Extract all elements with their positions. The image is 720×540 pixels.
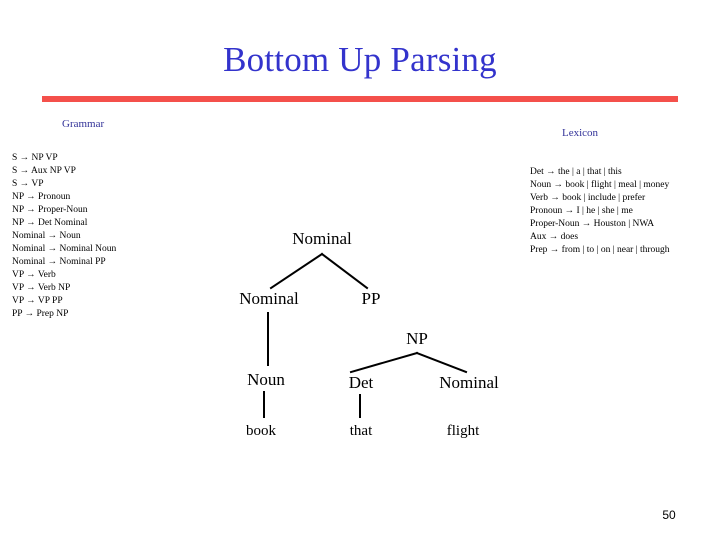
tree-node-nominal-right: Nominal <box>439 373 499 392</box>
parse-tree: Nominal Nominal PP NP Noun Det Nominal book that… <box>0 0 720 540</box>
tree-edge-np-to-nominal-right <box>415 351 468 374</box>
tree-node-noun: Noun <box>247 370 285 389</box>
tree-leaf-word-that: that <box>349 423 373 439</box>
tree-leaf-word-flight: flight <box>446 423 480 439</box>
tree-node-det: Det <box>348 373 374 392</box>
slide-canvas: Bottom Up Parsing Grammar Lexicon S → NP… <box>0 0 720 540</box>
parse-tree-edges <box>263 252 468 418</box>
tree-edge-nominal-root-to-nominal-left <box>269 252 324 290</box>
tree-node-pp: PP <box>361 289 381 308</box>
page-number: 50 <box>662 508 676 522</box>
tree-edge-np-to-det <box>349 351 419 374</box>
tree-node-nominal-left: Nominal <box>239 289 299 308</box>
tree-node-np: NP <box>406 329 428 348</box>
tree-leaf-word-book: book <box>246 423 276 439</box>
tree-edge-nominal-root-to-pp <box>320 252 369 290</box>
tree-node-nominal-root: Nominal <box>292 229 352 248</box>
